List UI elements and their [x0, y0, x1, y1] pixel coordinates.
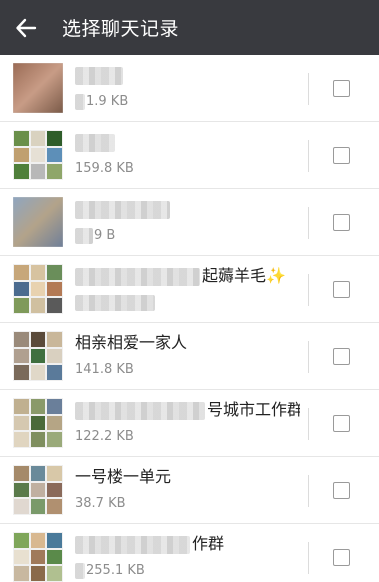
divider [308, 408, 309, 440]
checkbox-empty-icon[interactable] [333, 80, 350, 97]
chat-size-text: 255.1 KB [86, 563, 145, 578]
group-avatar [13, 264, 63, 314]
group-avatar [13, 130, 63, 180]
chat-size: 122.2 KB [75, 428, 300, 446]
chat-name: 一号楼一单元 [75, 466, 300, 488]
group-avatar [13, 532, 63, 582]
blurred-size [75, 93, 85, 110]
chat-name-text: 作群 [192, 534, 225, 553]
divider [308, 274, 309, 306]
chat-size-text: 38.7 KB [75, 496, 126, 511]
checkbox-empty-icon[interactable] [333, 415, 350, 432]
group-avatar [13, 465, 63, 515]
checkbox-empty-icon[interactable] [333, 281, 350, 298]
chat-name [75, 64, 300, 86]
divider [308, 542, 309, 574]
chat-list-item[interactable]: 1.9 KB [0, 55, 379, 122]
checkbox-empty-icon[interactable] [333, 214, 350, 231]
blurred-size [75, 294, 155, 311]
chat-name: 号城市工作群 [75, 399, 300, 421]
chat-size-text: 141.8 KB [75, 362, 134, 377]
blurred-name [75, 200, 170, 219]
chat-size: 141.8 KB [75, 361, 300, 379]
chat-list-item[interactable]: 一号楼一单元 38.7 KB [0, 457, 379, 524]
group-avatar [13, 331, 63, 381]
group-avatar [13, 398, 63, 448]
avatar [13, 197, 63, 247]
chat-size [75, 294, 300, 312]
chat-size: 159.8 KB [75, 160, 300, 178]
chat-list-item[interactable]: 159.8 KB [0, 122, 379, 189]
chat-size-text: 159.8 KB [75, 161, 134, 176]
chat-list-item[interactable]: 作群 255.1 KB [0, 524, 379, 582]
arrow-left-icon [16, 18, 37, 37]
chat-size: 1.9 KB [75, 93, 300, 111]
chat-name: 起薅羊毛✨ [75, 265, 300, 287]
page-title: 选择聊天记录 [62, 18, 180, 40]
blurred-name [75, 401, 205, 420]
chat-list-item[interactable]: 号城市工作群 122.2 KB [0, 390, 379, 457]
avatar [13, 63, 63, 113]
blurred-name [75, 267, 200, 286]
divider [308, 475, 309, 507]
chat-name-text: 相亲相爱一家人 [75, 333, 188, 352]
chat-size-text: 1.9 KB [86, 94, 129, 109]
chat-list: 1.9 KB 159.8 KB 9 B 起薅羊毛✨ 相亲相爱一家人 141.8 KB 号城市… [0, 55, 379, 582]
divider [308, 140, 309, 172]
top-bar: 选择聊天记录 [0, 0, 379, 55]
chat-name [75, 198, 300, 220]
blurred-name [75, 66, 123, 85]
chat-list-item[interactable]: 9 B [0, 189, 379, 256]
checkbox-empty-icon[interactable] [333, 549, 350, 566]
checkbox-empty-icon[interactable] [333, 147, 350, 164]
divider [308, 73, 309, 105]
checkbox-empty-icon[interactable] [333, 482, 350, 499]
chat-list-item[interactable]: 相亲相爱一家人 141.8 KB [0, 323, 379, 390]
blurred-name [75, 535, 190, 554]
chat-name-text: 起薅羊毛✨ [202, 266, 286, 285]
chat-name-text: 一号楼一单元 [75, 467, 172, 486]
blurred-name [75, 133, 115, 152]
chat-list-item[interactable]: 起薅羊毛✨ [0, 256, 379, 323]
blurred-size [75, 562, 85, 579]
chat-name-text: 号城市工作群 [207, 400, 300, 419]
chat-name: 相亲相爱一家人 [75, 332, 300, 354]
chat-name [75, 131, 300, 153]
divider [308, 207, 309, 239]
blurred-size [75, 227, 93, 244]
divider [308, 341, 309, 373]
chat-size-text: 9 B [94, 228, 116, 243]
back-button[interactable] [0, 0, 52, 55]
chat-size: 9 B [75, 227, 300, 245]
chat-size: 38.7 KB [75, 495, 300, 513]
chat-size: 255.1 KB [75, 562, 300, 580]
chat-name: 作群 [75, 533, 300, 555]
chat-size-text: 122.2 KB [75, 429, 134, 444]
checkbox-empty-icon[interactable] [333, 348, 350, 365]
